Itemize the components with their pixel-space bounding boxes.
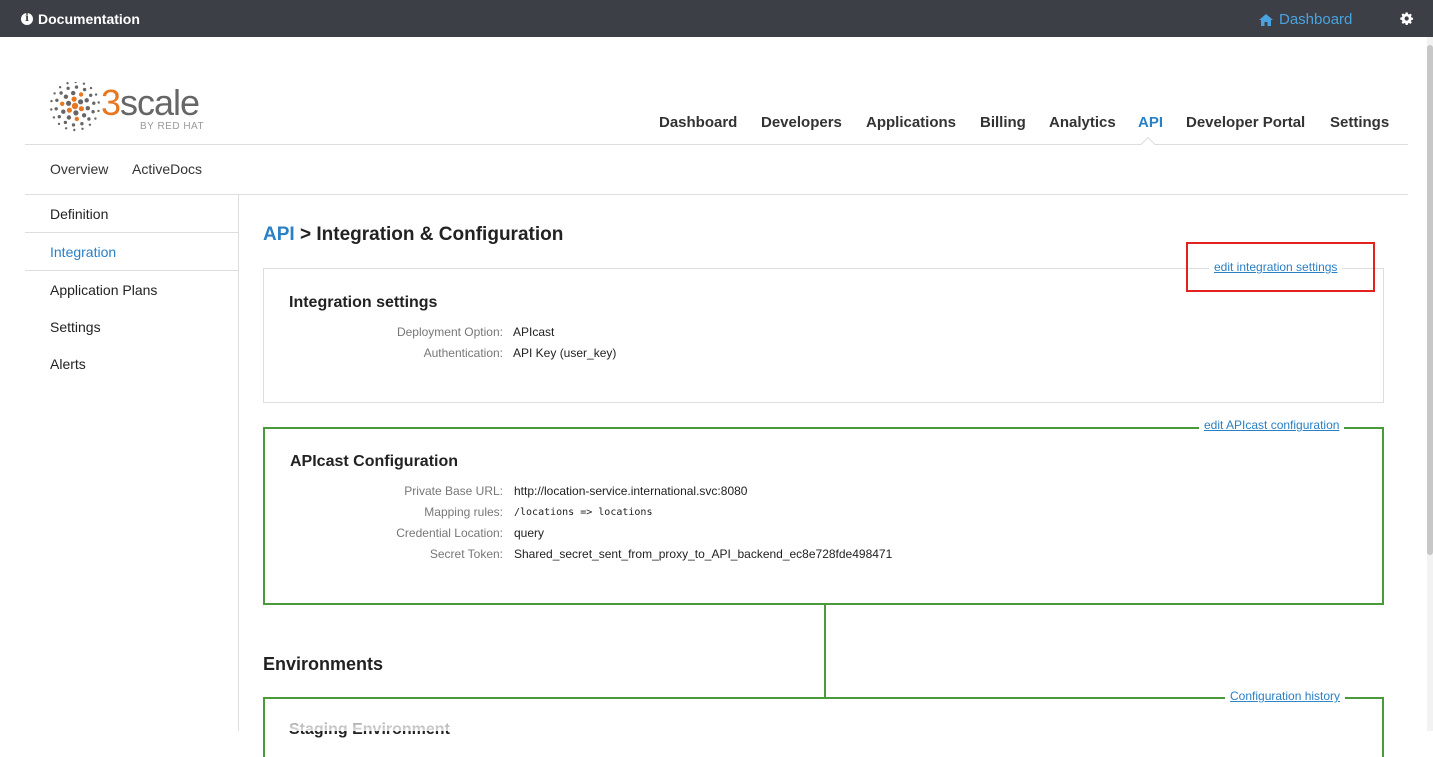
field-label: Credential Location: <box>396 526 503 540</box>
logo-dots-icon <box>50 80 100 132</box>
breadcrumb-api-link[interactable]: API <box>263 224 295 245</box>
field-label: Private Base URL: <box>404 484 503 498</box>
nav-divider <box>25 144 1408 145</box>
scrollbar-thumb[interactable] <box>1427 45 1433 555</box>
logo-wordmark: 3scale <box>101 82 200 123</box>
documentation-link[interactable]: i Documentation <box>21 11 140 27</box>
sidebar-divider <box>25 232 239 233</box>
active-nav-caret <box>1140 136 1156 152</box>
nav-dashboard[interactable]: Dashboard <box>659 114 737 131</box>
edit-apicast-configuration-link[interactable]: edit APIcast configuration <box>1199 418 1345 432</box>
nav-developers[interactable]: Developers <box>761 114 842 131</box>
field-value: http://location-service.international.sv… <box>514 484 748 498</box>
subnav-activedocs[interactable]: ActiveDocs <box>132 161 202 177</box>
nav-settings[interactable]: Settings <box>1330 114 1389 131</box>
subnav-overview[interactable]: Overview <box>50 161 108 177</box>
breadcrumb-separator: > <box>299 224 312 245</box>
page-title: API > Integration & Configuration <box>263 224 563 246</box>
breadcrumb-current: Integration & Configuration <box>316 224 564 245</box>
documentation-label: Documentation <box>38 11 140 27</box>
apicast-configuration-title: APIcast Configuration <box>290 453 459 470</box>
info-icon: i <box>21 13 33 25</box>
nav-api[interactable]: API <box>1138 114 1163 131</box>
integration-settings-title: Integration settings <box>289 294 438 311</box>
nav-developer-portal[interactable]: Developer Portal <box>1186 114 1305 131</box>
logo-byline: BY RED HAT <box>140 121 205 132</box>
scroll-fade <box>265 700 1382 731</box>
home-icon <box>1259 13 1273 26</box>
field-label: Secret Token: <box>429 547 503 561</box>
dashboard-label: Dashboard <box>1279 11 1353 28</box>
nav-billing[interactable]: Billing <box>980 114 1026 131</box>
field-label: Deployment Option: <box>396 325 503 339</box>
sidebar-item-settings[interactable]: Settings <box>50 319 101 335</box>
sidebar-item-alerts[interactable]: Alerts <box>50 356 86 372</box>
sidebar-item-definition[interactable]: Definition <box>50 206 108 222</box>
highlight-box <box>1186 242 1375 292</box>
field-value: API Key (user_key) <box>513 346 617 360</box>
environments-title: Environments <box>263 654 384 674</box>
sidebar: Definition Integration Application Plans… <box>25 195 239 731</box>
sidebar-item-integration[interactable]: Integration <box>50 244 116 260</box>
sidebar-divider <box>25 270 239 271</box>
nav-applications[interactable]: Applications <box>866 114 956 131</box>
field-value: APIcast <box>513 325 555 339</box>
nav-analytics[interactable]: Analytics <box>1049 114 1116 131</box>
dashboard-link[interactable]: Dashboard <box>1259 11 1352 28</box>
field-label: Authentication: <box>423 346 503 360</box>
page-scrollbar[interactable] <box>1427 37 1433 731</box>
flow-connector <box>824 604 826 698</box>
top-bar: i Documentation Dashboard <box>0 0 1433 37</box>
3scale-logo[interactable]: 3scale BY RED HAT <box>50 80 204 137</box>
field-label: Mapping rules: <box>424 505 503 519</box>
field-value: Shared_secret_sent_from_proxy_to_API_bac… <box>514 547 893 561</box>
field-value: query <box>514 526 545 540</box>
field-value: /locations => locations <box>514 507 653 518</box>
sidebar-item-application-plans[interactable]: Application Plans <box>50 282 157 298</box>
gear-icon[interactable] <box>1400 12 1413 25</box>
